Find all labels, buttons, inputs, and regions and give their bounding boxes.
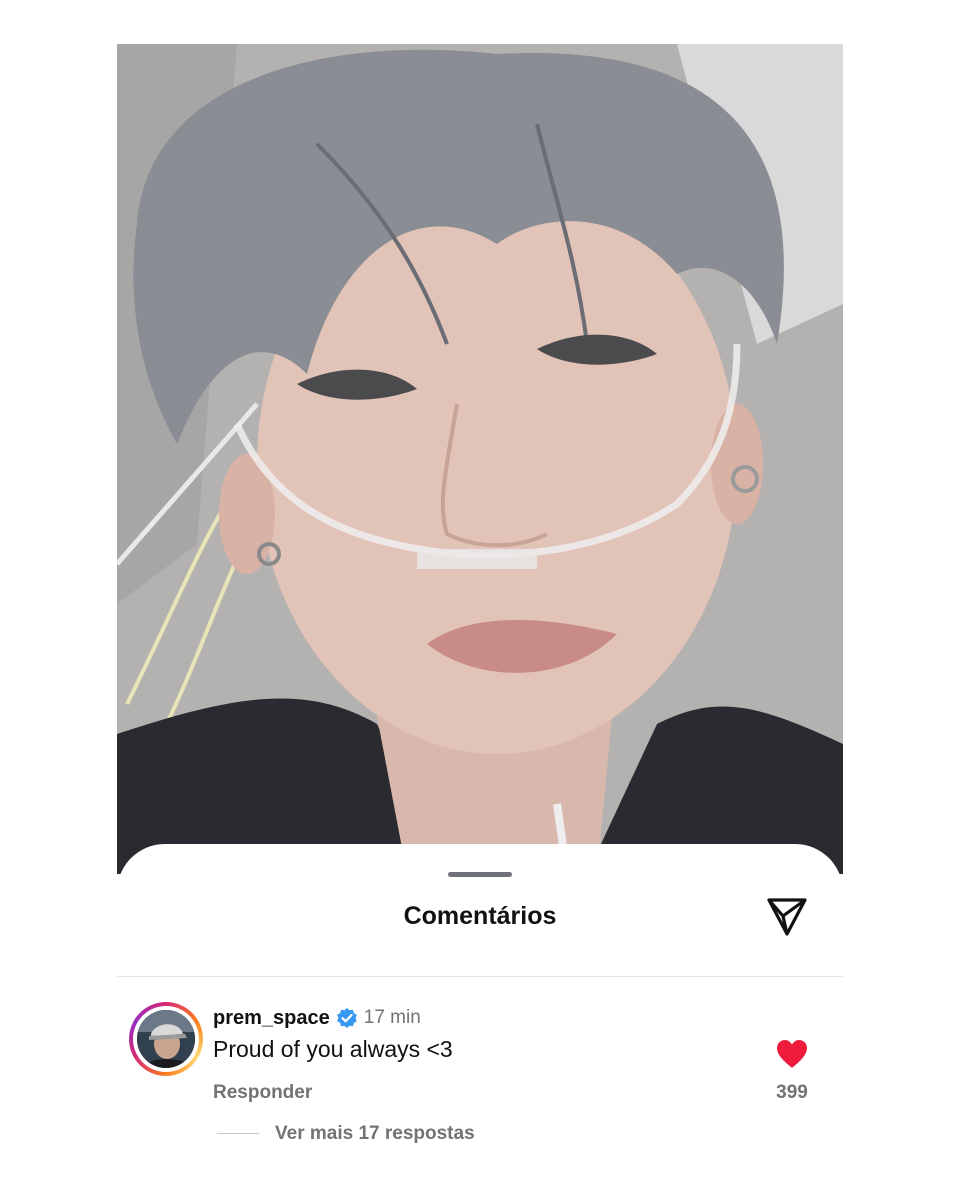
post-frame: Comentários prem_space 17 min Proud of y… (117, 44, 843, 1200)
comment-username[interactable]: prem_space (213, 1007, 330, 1030)
reply-button[interactable]: Responder (213, 1082, 312, 1104)
post-photo (117, 44, 843, 874)
avatar-photo (137, 1010, 195, 1068)
comments-sheet: Comentários prem_space 17 min Proud of y… (117, 844, 843, 1200)
header-divider (117, 976, 843, 977)
comment-timestamp: 17 min (363, 1007, 421, 1028)
replies-line (217, 1133, 259, 1134)
sheet-title: Comentários (403, 902, 557, 930)
paper-plane-icon[interactable] (765, 894, 809, 938)
heart-filled-icon[interactable] (775, 1038, 809, 1070)
comment-text: Proud of you always <3 (213, 1036, 453, 1062)
comment-header: prem_space 17 min (213, 1006, 421, 1030)
sheet-grabber-handle[interactable] (448, 872, 512, 877)
verified-badge-icon (336, 1007, 358, 1029)
view-more-replies-button[interactable]: Ver mais 17 respostas (275, 1123, 475, 1145)
avatar[interactable] (129, 1002, 203, 1076)
like-count: 399 (776, 1082, 808, 1103)
